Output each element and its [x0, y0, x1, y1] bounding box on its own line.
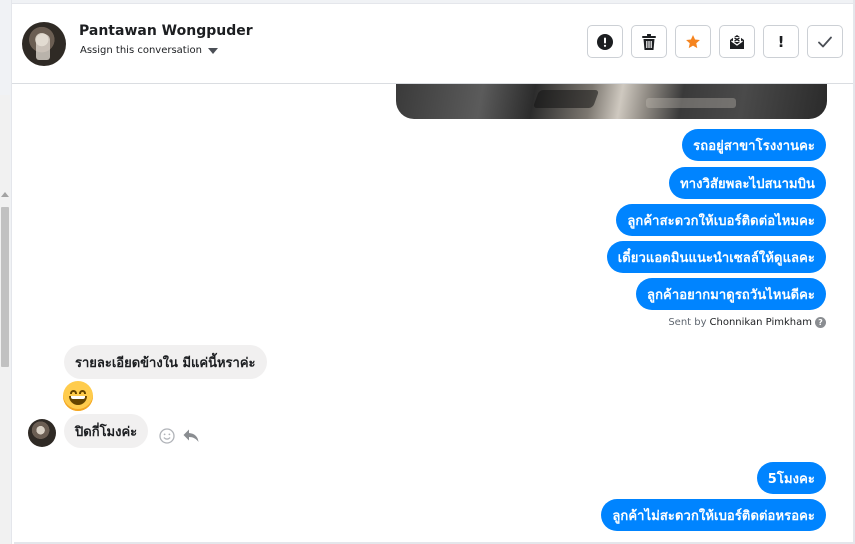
reply-arrow-icon[interactable] — [182, 427, 200, 445]
assign-label: Assign this conversation — [80, 45, 202, 56]
outgoing-message[interactable]: เดี๋ยวแอดมินแนะนำเซลล์ให้ดูแลคะ — [606, 241, 826, 273]
outgoing-message[interactable]: ลูกค้าไม่สะดวกให้เบอร์ติดต่อหรอคะ — [601, 499, 826, 531]
delete-button[interactable] — [631, 25, 667, 58]
outgoing-message[interactable]: ทางวิสัยพละไปสนามบิน — [669, 167, 826, 199]
contact-avatar[interactable] — [22, 22, 66, 66]
outgoing-message[interactable]: 5โมงคะ — [756, 462, 826, 494]
outgoing-message[interactable]: ลูกค้าอยากมาดูรถวันไหนดีคะ — [636, 278, 826, 310]
exclamation-circle-icon — [597, 33, 613, 50]
conversation-header: Pantawan Wongpuder Assign this conversat… — [12, 4, 853, 84]
follow-up-button[interactable]: ! — [763, 25, 799, 58]
question-mark-icon[interactable]: ? — [815, 317, 826, 328]
header-actions: ! — [587, 25, 843, 58]
mark-unread-button[interactable] — [719, 25, 755, 58]
scroll-up-arrow-icon[interactable] — [1, 192, 9, 197]
contact-name[interactable]: Pantawan Wongpuder — [79, 23, 253, 39]
caret-down-icon — [207, 48, 218, 54]
emoji-eye — [79, 390, 86, 394]
sender-name: Chonnikan Pimkham — [709, 317, 812, 328]
envelope-x-icon — [730, 34, 744, 49]
emoji-mouth — [69, 396, 87, 405]
scrollbar[interactable] — [0, 95, 10, 544]
incoming-message[interactable]: รายละเอียดข้างใน มีแค่นี้หราค่ะ — [64, 345, 267, 379]
outgoing-message[interactable]: ลูกค้าสะดวกให้เบอร์ติดต่อไหมคะ — [616, 204, 826, 236]
scrollbar-thumb[interactable] — [1, 207, 9, 367]
trash-icon — [642, 33, 656, 50]
exclamation-icon: ! — [777, 32, 785, 51]
message-thread: รถอยู่สาขาโรงงานคะ ทางวิสัยพละไปสนามบิน … — [12, 84, 853, 544]
sent-by-caption: Sent by Chonnikan Pimkham ? — [668, 317, 826, 328]
checkmark-icon — [818, 36, 832, 47]
smiley-react-icon[interactable] — [158, 427, 176, 445]
sent-by-prefix: Sent by — [668, 317, 707, 328]
emoji-eye — [70, 390, 77, 394]
report-button[interactable] — [587, 25, 623, 58]
incoming-message[interactable]: ปิดกี่โมงค่ะ — [64, 414, 149, 448]
star-icon — [686, 34, 700, 48]
message-tools — [158, 427, 200, 445]
outgoing-message[interactable]: รถอยู่สาขาโรงงานคะ — [682, 129, 826, 161]
star-button[interactable] — [675, 25, 711, 58]
mark-done-button[interactable] — [807, 25, 843, 58]
image-attachment[interactable] — [396, 84, 827, 119]
assign-conversation-dropdown[interactable]: Assign this conversation — [80, 45, 218, 56]
grinning-face-emoji-icon[interactable] — [63, 381, 93, 411]
contact-avatar-small[interactable] — [28, 419, 56, 447]
